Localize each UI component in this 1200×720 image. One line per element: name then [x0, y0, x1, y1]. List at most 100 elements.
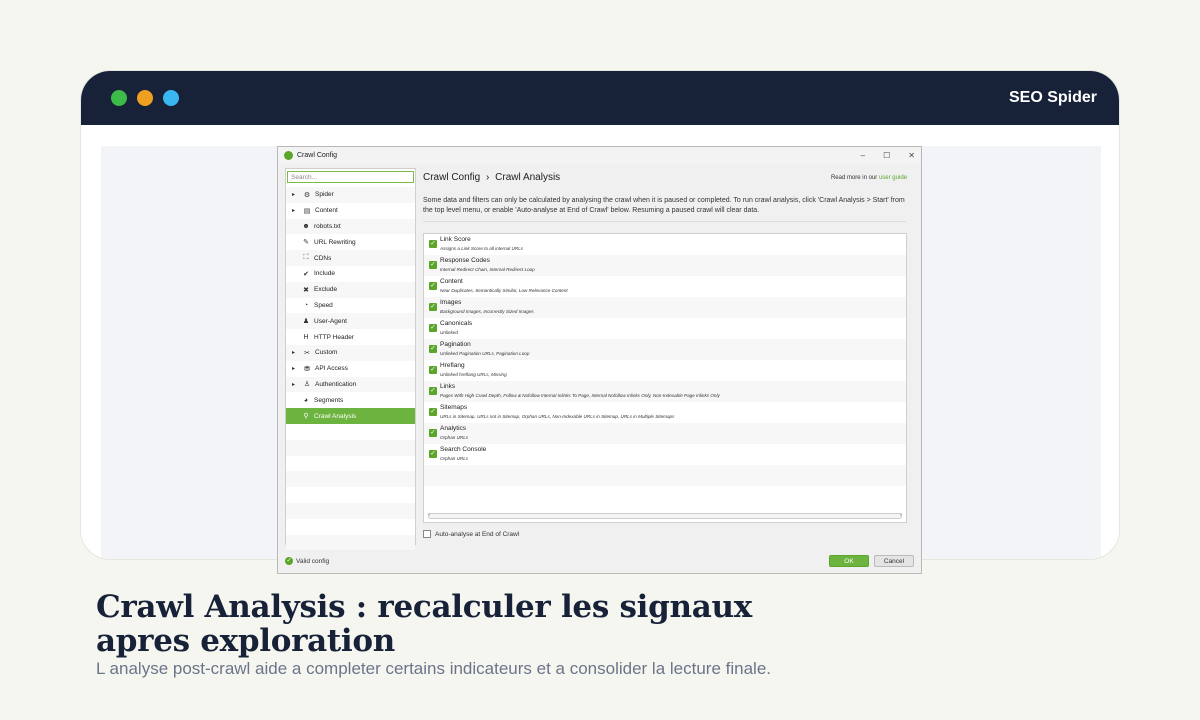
analysis-name: Sitemaps: [440, 404, 468, 411]
expand-arrow-icon[interactable]: ▸: [292, 191, 295, 198]
breadcrumb-separator: ›: [486, 172, 490, 183]
sidebar-item-url-rewriting[interactable]: ✎ URL Rewriting: [286, 234, 415, 250]
analysis-checkbox[interactable]: ✓: [429, 324, 437, 332]
caption-title: Crawl Analysis : recalculer les signaux …: [96, 589, 752, 659]
analysis-row[interactable]: ✓ Links Pages With High Crawl Depth, Follo…: [424, 381, 906, 402]
analysis-description: Unlinked hreflang URLs, Missing: [440, 372, 507, 377]
sidebar-item-content[interactable]: ▸ ▤ Content: [286, 203, 415, 219]
analysis-checkbox[interactable]: ✓: [429, 387, 437, 395]
analysis-checkbox[interactable]: ✓: [429, 429, 437, 437]
expand-arrow-icon[interactable]: ▸: [292, 381, 295, 388]
sidebar-item-crawl-analysis[interactable]: ⚲ Crawl Analysis: [286, 408, 415, 424]
sidebar-item-label: CDNs: [314, 254, 332, 262]
sidebar-empty-row: [286, 439, 415, 456]
analysis-name: Images: [440, 299, 462, 306]
sidebar-item-exclude[interactable]: ✖ Exclude: [286, 281, 415, 298]
analysis-name: Analytics: [440, 425, 467, 432]
blue-dot-icon[interactable]: [163, 90, 179, 106]
auto-analyse-option[interactable]: Auto-analyse at End of Crawl: [423, 530, 519, 538]
sidebar-item-label: API Access: [315, 365, 348, 373]
sidebar-item-label: Include: [314, 270, 335, 278]
analysis-description: Orphan URLs: [440, 435, 469, 440]
pie-chart-icon: ◕: [303, 396, 309, 404]
analysis-row[interactable]: ✓ Sitemaps URLs in Sitemap, URLs not in Si…: [424, 402, 906, 423]
minimize-icon[interactable]: –: [861, 151, 865, 160]
divider: [423, 221, 906, 222]
analysis-row[interactable]: ✓ Response Codes Internal Redirect Chain, …: [424, 255, 906, 276]
robot-icon: ☻: [302, 222, 310, 230]
sidebar-item-label: HTTP Header: [314, 333, 354, 341]
speedometer-icon: ◔: [303, 301, 309, 309]
sidebar-item-label: User-Agent: [314, 317, 347, 325]
analysis-row[interactable]: ✓ Analytics Orphan URLs: [424, 423, 906, 444]
sidebar-item-label: Segments: [314, 396, 344, 404]
table-icon: ▤: [303, 207, 311, 215]
analysis-row[interactable]: ✓ Hreflang Unlinked hreflang URLs, Missing: [424, 360, 906, 381]
analysis-name: Links: [440, 383, 456, 390]
cancel-button[interactable]: Cancel: [874, 555, 914, 567]
close-icon[interactable]: ✕: [908, 151, 915, 160]
analysis-description: URLs in Sitemap, URLs not in Sitemap, Or…: [440, 414, 675, 419]
expand-arrow-icon[interactable]: ▸: [292, 207, 295, 214]
sidebar-item-authentication[interactable]: ▸ ♙ Authentication: [286, 376, 415, 393]
horizontal-scrollbar[interactable]: ‹ ›: [428, 512, 902, 519]
sidebar-item-robots-txt[interactable]: ☻ robots.txt: [286, 218, 415, 235]
status-text: Valid config: [296, 557, 330, 565]
sidebar-item-spider[interactable]: ▸ ⚙ Spider: [286, 187, 415, 203]
analysis-checkbox[interactable]: ✓: [429, 450, 437, 458]
sidebar-item-include[interactable]: ✔ Include: [286, 266, 415, 282]
analysis-checkbox[interactable]: ✓: [429, 303, 437, 311]
read-more-text: Read more in our: [830, 175, 878, 181]
scroll-left-icon[interactable]: ‹: [428, 512, 430, 518]
analysis-checkbox[interactable]: ✓: [429, 282, 437, 290]
sidebar-item-api-access[interactable]: ▸ ⛃ API Access: [286, 361, 415, 377]
sidebar-item-cdns[interactable]: ⛶ CDNs: [286, 250, 415, 266]
analysis-description: Orphan URLs: [440, 456, 469, 461]
scroll-right-icon[interactable]: ›: [900, 512, 902, 518]
sidebar-item-http-header[interactable]: H HTTP Header: [286, 329, 415, 345]
window-titlebar: Crawl Config – ☐ ✕: [278, 147, 921, 164]
analysis-name: Response Codes: [440, 257, 490, 264]
empty-row: [424, 486, 906, 507]
config-sidebar: Search... ▸ ⚙ Spider ▸ ▤ Content ☻ robots.txt ✎ U…: [285, 168, 416, 551]
breadcrumb: Crawl Config › Crawl Analysis: [423, 172, 560, 183]
analysis-checkbox[interactable]: ✓: [429, 345, 437, 353]
sidebar-item-user-agent[interactable]: ♟ User-Agent: [286, 313, 415, 330]
green-dot-icon[interactable]: [111, 90, 127, 106]
sidebar-empty-row: [286, 471, 415, 488]
analysis-checkbox[interactable]: ✓: [429, 261, 437, 269]
analysis-checkbox[interactable]: ✓: [429, 366, 437, 374]
sidebar-item-segments[interactable]: ◕ Segments: [286, 392, 415, 408]
gear-icon: ⚙: [303, 191, 311, 199]
analysis-name: Link Score: [440, 236, 471, 243]
analysis-name: Content: [440, 278, 463, 285]
analysis-row[interactable]: ✓ Images Background Images, Incorrectly Si…: [424, 297, 906, 318]
analysis-row[interactable]: ✓ Canonicals Unlinked: [424, 318, 906, 339]
auto-analyse-checkbox[interactable]: [423, 530, 431, 538]
sidebar-search-input[interactable]: Search...: [287, 171, 414, 183]
orange-dot-icon[interactable]: [137, 90, 153, 106]
expand-arrow-icon[interactable]: ▸: [292, 365, 295, 372]
analysis-row[interactable]: ✓ Pagination Unlinked Pagination URLs, Pag…: [424, 339, 906, 360]
read-more: Read more in our user guide: [831, 175, 907, 181]
analysis-row[interactable]: ✓ Link Score Assigns a Link Score to all i…: [424, 234, 906, 255]
ok-button[interactable]: OK: [829, 555, 869, 567]
sidebar-empty-row: [286, 487, 415, 503]
breadcrumb-parent[interactable]: Crawl Config: [423, 172, 480, 183]
analysis-row[interactable]: ✓ Search Console Orphan URLs: [424, 444, 906, 465]
sidebar-item-label: Custom: [315, 349, 338, 357]
user-guide-link[interactable]: user guide: [879, 175, 907, 181]
analysis-row[interactable]: ✓ Content Near Duplicates, Semantically Si…: [424, 276, 906, 297]
sidebar-item-custom[interactable]: ▸ ✂ Custom: [286, 344, 415, 361]
analysis-description: Pages With High Crawl Depth, Follow & No…: [440, 393, 720, 398]
analysis-checkbox[interactable]: ✓: [429, 408, 437, 416]
network-icon: ⛶: [303, 254, 309, 262]
expand-arrow-icon[interactable]: ▸: [292, 349, 295, 356]
sidebar-empty-row: [286, 519, 415, 535]
sidebar-item-speed[interactable]: ◔ Speed: [286, 298, 415, 314]
analysis-checkbox[interactable]: ✓: [429, 240, 437, 248]
analysis-description: Assigns a Link Score to all internal URL…: [440, 246, 523, 251]
maximize-icon[interactable]: ☐: [883, 151, 890, 160]
sidebar-item-label: URL Rewriting: [314, 238, 356, 246]
auto-analyse-label: Auto-analyse at End of Crawl: [435, 530, 520, 538]
